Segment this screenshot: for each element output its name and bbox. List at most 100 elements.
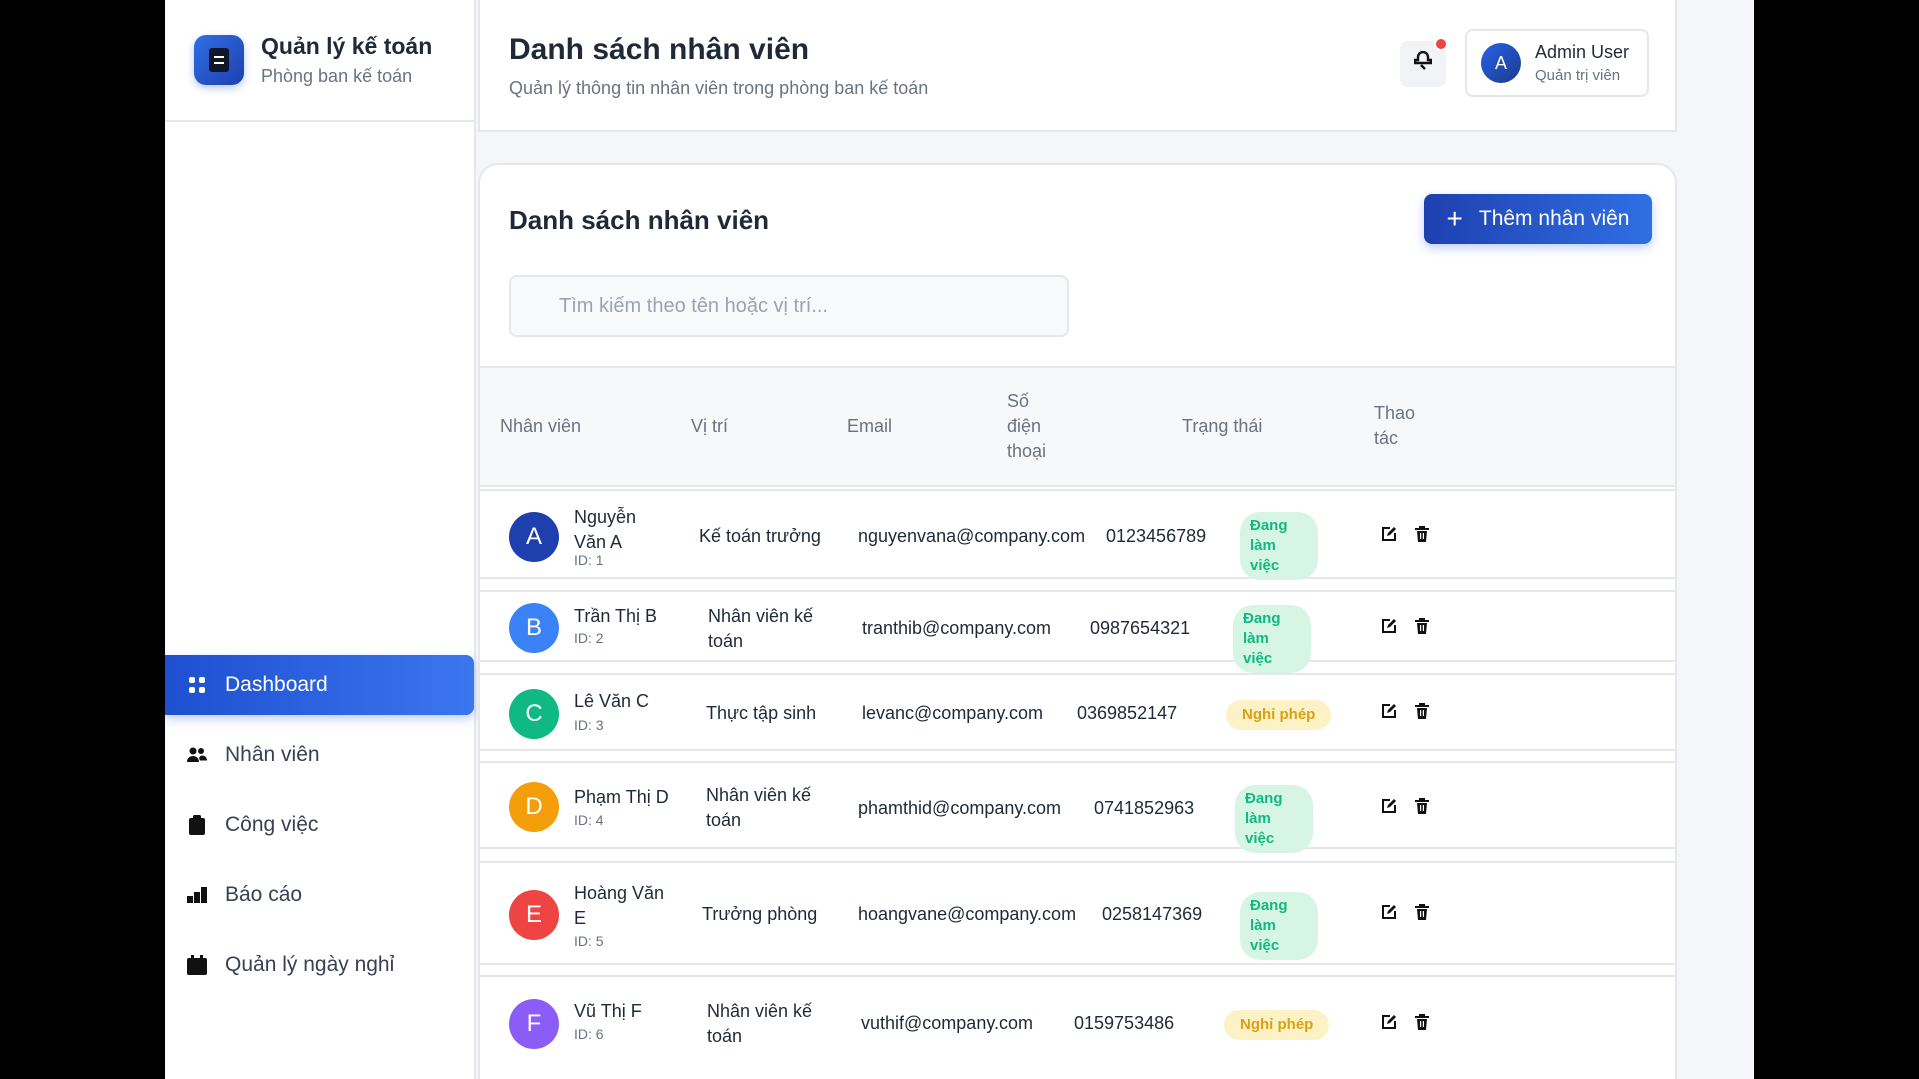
employee-phone: 0123456789 [1106, 526, 1207, 546]
column-header-email: Email [847, 416, 893, 436]
edit-icon [1381, 618, 1397, 639]
table-row: F Vũ Thị F ID: 6 Nhân viên kế toán vuthif@co… [480, 975, 1675, 1079]
edit-button[interactable] [1378, 1013, 1400, 1035]
employee-position: Kế toán trưởng [699, 526, 821, 546]
trash-icon [1415, 903, 1429, 925]
edit-icon [1381, 526, 1397, 547]
delete-button[interactable] [1411, 617, 1433, 639]
sidebar-item-reports[interactable]: Báo cáo [165, 865, 474, 925]
trash-icon [1415, 617, 1429, 639]
trash-icon [1415, 525, 1429, 547]
delete-button[interactable] [1411, 903, 1433, 925]
edit-button[interactable] [1378, 525, 1400, 547]
table-row: D Phạm Thị D ID: 4 Nhân viên kế toán phamthi… [480, 761, 1675, 853]
employee-id: ID: 1 [574, 552, 604, 568]
employee-id: ID: 4 [574, 812, 604, 828]
employee-phone: 0369852147 [1077, 703, 1178, 723]
avatar: A [509, 512, 559, 562]
notification-dot [1434, 37, 1448, 51]
employee-card: Danh sách nhân viên + Thêm nhân viên Nhâ… [478, 163, 1677, 1079]
avatar: C [509, 689, 559, 739]
employee-email: phamthid@company.com [858, 798, 1062, 818]
sidebar-item-label: Công việc [225, 813, 319, 836]
edit-button[interactable] [1378, 797, 1400, 819]
edit-button[interactable] [1378, 617, 1400, 639]
edit-icon [1381, 798, 1397, 819]
clipboard-icon [187, 815, 207, 835]
sidebar-item-label: Báo cáo [225, 883, 303, 906]
sidebar-item-employees[interactable]: Nhân viên [165, 725, 474, 785]
employee-position: Nhân viên kế toán [707, 1001, 813, 1046]
employee-phone: 0159753486 [1074, 1013, 1175, 1033]
user-role: Quản trị viên [1535, 67, 1621, 84]
status-badge: Đang làm việc [1240, 892, 1318, 960]
sidebar-item-leave[interactable]: Quản lý ngày nghỉ [165, 935, 474, 995]
employee-name: Lê Văn C [574, 691, 650, 711]
search-input[interactable] [509, 275, 1069, 337]
table-row: C Lê Văn C ID: 3 Thực tập sinh levanc@compan… [480, 673, 1675, 751]
brand: Quản lý kế toán Phòng ban kế toán [165, 0, 474, 122]
employee-phone: 0987654321 [1090, 618, 1191, 638]
table-row: B Trần Thị B ID: 2 Nhân viên kế toán tranthi… [480, 590, 1675, 673]
table-header: Nhân viên Vị trí Email Số điện thoại Trạ… [480, 366, 1675, 487]
sidebar-item-label: Nhân viên [225, 743, 320, 766]
chart-icon [187, 885, 207, 905]
employee-id: ID: 2 [574, 630, 604, 646]
edit-button[interactable] [1378, 702, 1400, 724]
employee-email: vuthif@company.com [861, 1013, 1034, 1033]
status-badge: Đang làm việc [1233, 605, 1311, 673]
employee-position: Nhân viên kế toán [708, 606, 814, 651]
employee-position: Trưởng phòng [702, 904, 818, 924]
avatar: E [509, 890, 559, 940]
delete-button[interactable] [1411, 1013, 1433, 1035]
sidebar-nav: Dashboard Nhân viên Công việc Báo cáo Qu… [165, 655, 474, 1005]
employee-position: Thực tập sinh [706, 703, 817, 723]
employee-id: ID: 3 [574, 717, 604, 733]
employee-email: nguyenvana@company.com [858, 526, 1086, 546]
sidebar-item-tasks[interactable]: Công việc [165, 795, 474, 855]
employee-position: Nhân viên kế toán [706, 785, 812, 830]
sidebar: Quản lý kế toán Phòng ban kế toán Dashbo… [165, 0, 476, 1079]
bell-icon [1413, 50, 1433, 78]
delete-button[interactable] [1411, 797, 1433, 819]
status-badge: Nghỉ phép [1226, 700, 1332, 730]
status-badge: Đang làm việc [1240, 512, 1318, 580]
employee-name: Trần Thị B [574, 606, 658, 626]
edit-icon [1381, 1014, 1397, 1035]
edit-icon [1381, 904, 1397, 925]
user-menu[interactable]: A Admin User Quản trị viên [1465, 29, 1649, 97]
delete-button[interactable] [1411, 702, 1433, 724]
card-title: Danh sách nhân viên [509, 205, 770, 235]
employee-phone: 0258147369 [1102, 904, 1203, 924]
sidebar-item-label: Quản lý ngày nghỉ [225, 953, 395, 976]
employee-name: Hoàng Văn E [574, 883, 665, 928]
avatar: A [1481, 43, 1521, 83]
column-header-employee: Nhân viên [500, 416, 582, 436]
employee-email: tranthib@company.com [862, 618, 1052, 638]
status-badge: Đang làm việc [1235, 785, 1313, 853]
column-header-phone: Số điện thoại [1007, 391, 1047, 461]
users-icon [187, 745, 207, 765]
edit-button[interactable] [1378, 903, 1400, 925]
delete-button[interactable] [1411, 525, 1433, 547]
add-employee-button[interactable]: + Thêm nhân viên [1424, 194, 1652, 244]
page-subtitle: Quản lý thông tin nhân viên trong phòng … [509, 78, 929, 98]
brand-title: Quản lý kế toán [261, 33, 433, 59]
brand-subtitle: Phòng ban kế toán [261, 66, 413, 86]
trash-icon [1415, 702, 1429, 724]
add-employee-label: Thêm nhân viên [1478, 207, 1630, 230]
trash-icon [1415, 1013, 1429, 1035]
employee-name: Vũ Thị F [574, 1001, 642, 1021]
plus-icon: + [1446, 203, 1463, 234]
employee-name: Phạm Thị D [574, 787, 669, 807]
user-name: Admin User [1535, 42, 1630, 62]
app-frame: Quản lý kế toán Phòng ban kế toán Dashbo… [165, 0, 1754, 1079]
table-row: A Nguyễn Văn A ID: 1 Kế toán trưởng nguyenva… [480, 489, 1675, 580]
page-title: Danh sách nhân viên [509, 33, 810, 66]
top-header: Danh sách nhân viên Quản lý thông tin nh… [478, 0, 1677, 132]
calendar-icon [187, 955, 207, 975]
edit-icon [1381, 703, 1397, 724]
column-header-position: Vị trí [691, 416, 729, 436]
employee-id: ID: 5 [574, 933, 604, 949]
sidebar-item-dashboard[interactable]: Dashboard [165, 655, 474, 715]
